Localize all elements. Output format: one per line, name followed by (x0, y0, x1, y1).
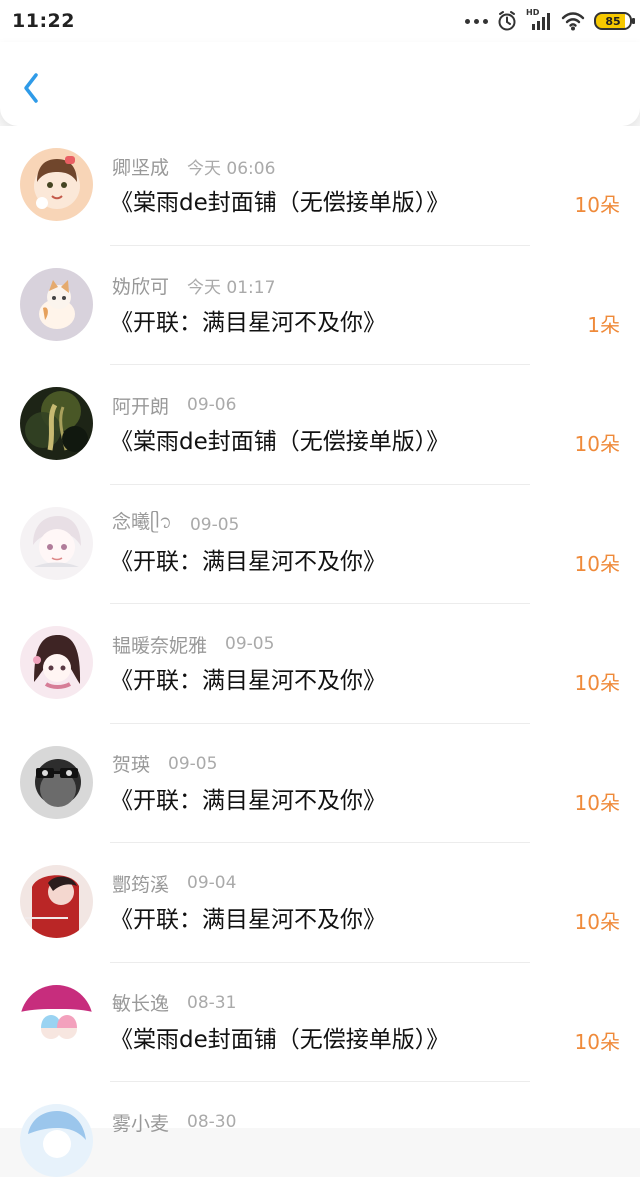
work-title: 《开联：满目星河不及你》 (110, 309, 386, 336)
avatar (20, 1104, 93, 1177)
gift-time: 08-30 (187, 1112, 237, 1132)
work-title: 《棠雨de封面铺（无偿接单版）》 (110, 429, 450, 455)
blue-anime-avatar-icon (20, 1104, 93, 1177)
work-title: 《棠雨de封面铺（无偿接单版）》 (110, 190, 450, 216)
work-title: 《开联：满目星河不及你》 (110, 787, 386, 814)
list-item[interactable]: 妫欣可 今天 01:17 《开联：满目星河不及你》 1朵 (0, 245, 640, 365)
item-meta: 贺瑛 09-05 (112, 752, 600, 777)
list-item[interactable]: 韫暖奈妮雅 09-05 《开联：满目星河不及你》 10朵 (0, 604, 640, 724)
work-title: 《开联：满目星河不及你》 (110, 548, 386, 575)
work-title: 《开联：满目星河不及你》 (110, 668, 386, 694)
flower-count: 10朵 (574, 1029, 620, 1054)
status-bar: 11:22 HD 85 (0, 0, 640, 42)
grayscale-glasses-avatar-icon (20, 745, 93, 819)
item-meta: 阿开朗 09-06 (112, 393, 600, 418)
user-name: 念曦ᥫ᭡ (112, 511, 172, 533)
list-item[interactable]: 酆筠溪 09-04 《开联：满目星河不及你》 10朵 (0, 843, 640, 963)
item-meta: 卿坚成 今天 06:06 (112, 154, 600, 179)
avatar (20, 148, 93, 221)
gift-time: 08-31 (187, 992, 237, 1013)
gift-time: 今天 06:06 (187, 158, 276, 179)
item-meta: 敏长逸 08-31 (112, 991, 600, 1016)
avatar (20, 745, 93, 819)
anime-girl-avatar-icon (20, 506, 93, 580)
flower-count: 1朵 (587, 312, 620, 337)
item-meta: 韫暖奈妮雅 09-05 (112, 632, 600, 657)
battery-icon: 85 (594, 12, 635, 30)
red-scarf-photo-avatar-icon (20, 865, 93, 938)
work-title: 《开联：满目星河不及你》 (110, 907, 386, 933)
user-name: 敏长逸 (112, 993, 170, 1015)
cartoon-character-avatar-icon (20, 148, 93, 221)
list-item[interactable]: 雾小麦 08-30 (0, 1082, 640, 1177)
header (0, 42, 640, 126)
user-name: 妫欣可 (112, 276, 170, 298)
list-item[interactable]: 敏长逸 08-31 《棠雨de封面铺（无偿接单版）》 10朵 (0, 962, 640, 1082)
user-name: 雾小麦 (112, 1112, 170, 1135)
list-item[interactable]: 念曦ᥫ᭡ 09-05 《开联：满目星河不及你》 10朵 (0, 484, 640, 604)
signal-icon: HD (526, 8, 552, 32)
forest-photo-avatar-icon (20, 387, 93, 460)
gift-time: 09-05 (225, 634, 275, 654)
wifi-icon (561, 12, 585, 31)
item-meta: 妫欣可 今天 01:17 (112, 274, 600, 298)
gift-time: 09-06 (187, 395, 237, 415)
gift-time: 今天 01:17 (187, 278, 276, 298)
cat-photo-avatar-icon (20, 267, 93, 341)
flower-count: 10朵 (574, 193, 620, 217)
user-name: 酆筠溪 (112, 873, 170, 896)
list-item[interactable]: 贺瑛 09-05 《开联：满目星河不及你》 10朵 (0, 723, 640, 843)
more-notifications-icon (465, 18, 488, 24)
chevron-left-icon (24, 73, 38, 103)
item-meta: 念曦ᥫ᭡ 09-05 (112, 511, 600, 537)
list-item[interactable]: 阿开朗 09-06 《棠雨de封面铺（无偿接单版）》 10朵 (0, 365, 640, 485)
avatar (20, 387, 93, 460)
list-item[interactable]: 卿坚成 今天 06:06 《棠雨de封面铺（无偿接单版）》 10朵 (0, 126, 640, 246)
work-title: 《棠雨de封面铺（无偿接单版）》 (110, 1026, 450, 1053)
gift-time: 09-05 (168, 753, 218, 774)
user-name: 贺瑛 (112, 754, 151, 776)
gift-time: 09-04 (187, 873, 237, 893)
item-meta: 酆筠溪 09-04 (112, 871, 600, 896)
status-time: 11:22 (12, 10, 75, 32)
status-icons: HD 85 (465, 8, 635, 32)
user-name: 韫暖奈妮雅 (112, 634, 208, 657)
back-button[interactable] (18, 69, 46, 107)
avatar (20, 626, 93, 699)
avatar (20, 984, 93, 1058)
user-name: 卿坚成 (112, 156, 170, 179)
flower-count: 10朵 (574, 790, 620, 815)
flower-count: 10朵 (574, 910, 620, 934)
flower-count: 10朵 (574, 671, 620, 695)
avatar (20, 865, 93, 938)
pink-cartoon-avatar-icon (20, 984, 93, 1058)
item-meta: 雾小麦 08-30 (112, 1110, 600, 1135)
flower-count: 10朵 (574, 551, 620, 576)
user-name: 阿开朗 (112, 395, 170, 418)
gift-list: 卿坚成 今天 06:06 《棠雨de封面铺（无偿接单版）》 10朵 妫欣可 今天… (0, 126, 640, 1177)
alarm-icon (498, 11, 516, 31)
flower-count: 10朵 (574, 432, 620, 456)
avatar (20, 506, 93, 580)
anime-dark-hair-girl-avatar-icon (20, 626, 93, 699)
avatar (20, 267, 93, 341)
gift-time: 09-05 (189, 514, 240, 535)
